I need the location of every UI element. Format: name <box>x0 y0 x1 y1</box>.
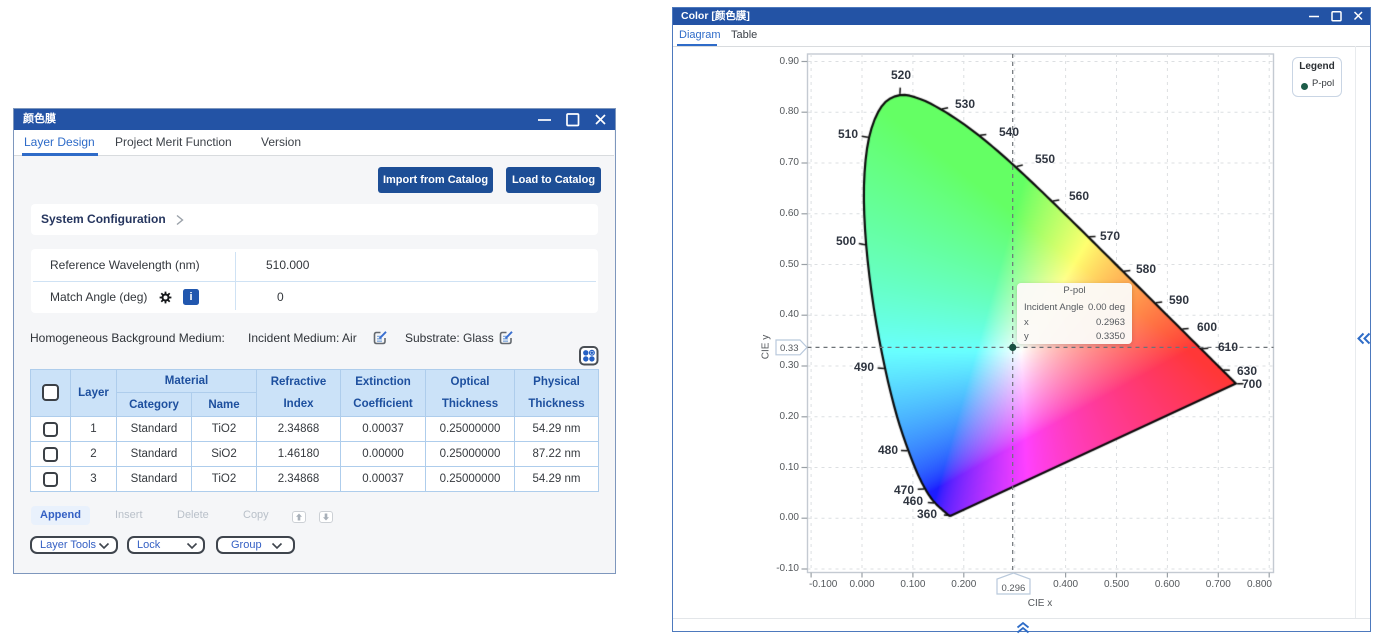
svg-text:0.33: 0.33 <box>780 343 799 354</box>
svg-text:0.296: 0.296 <box>1002 583 1026 594</box>
